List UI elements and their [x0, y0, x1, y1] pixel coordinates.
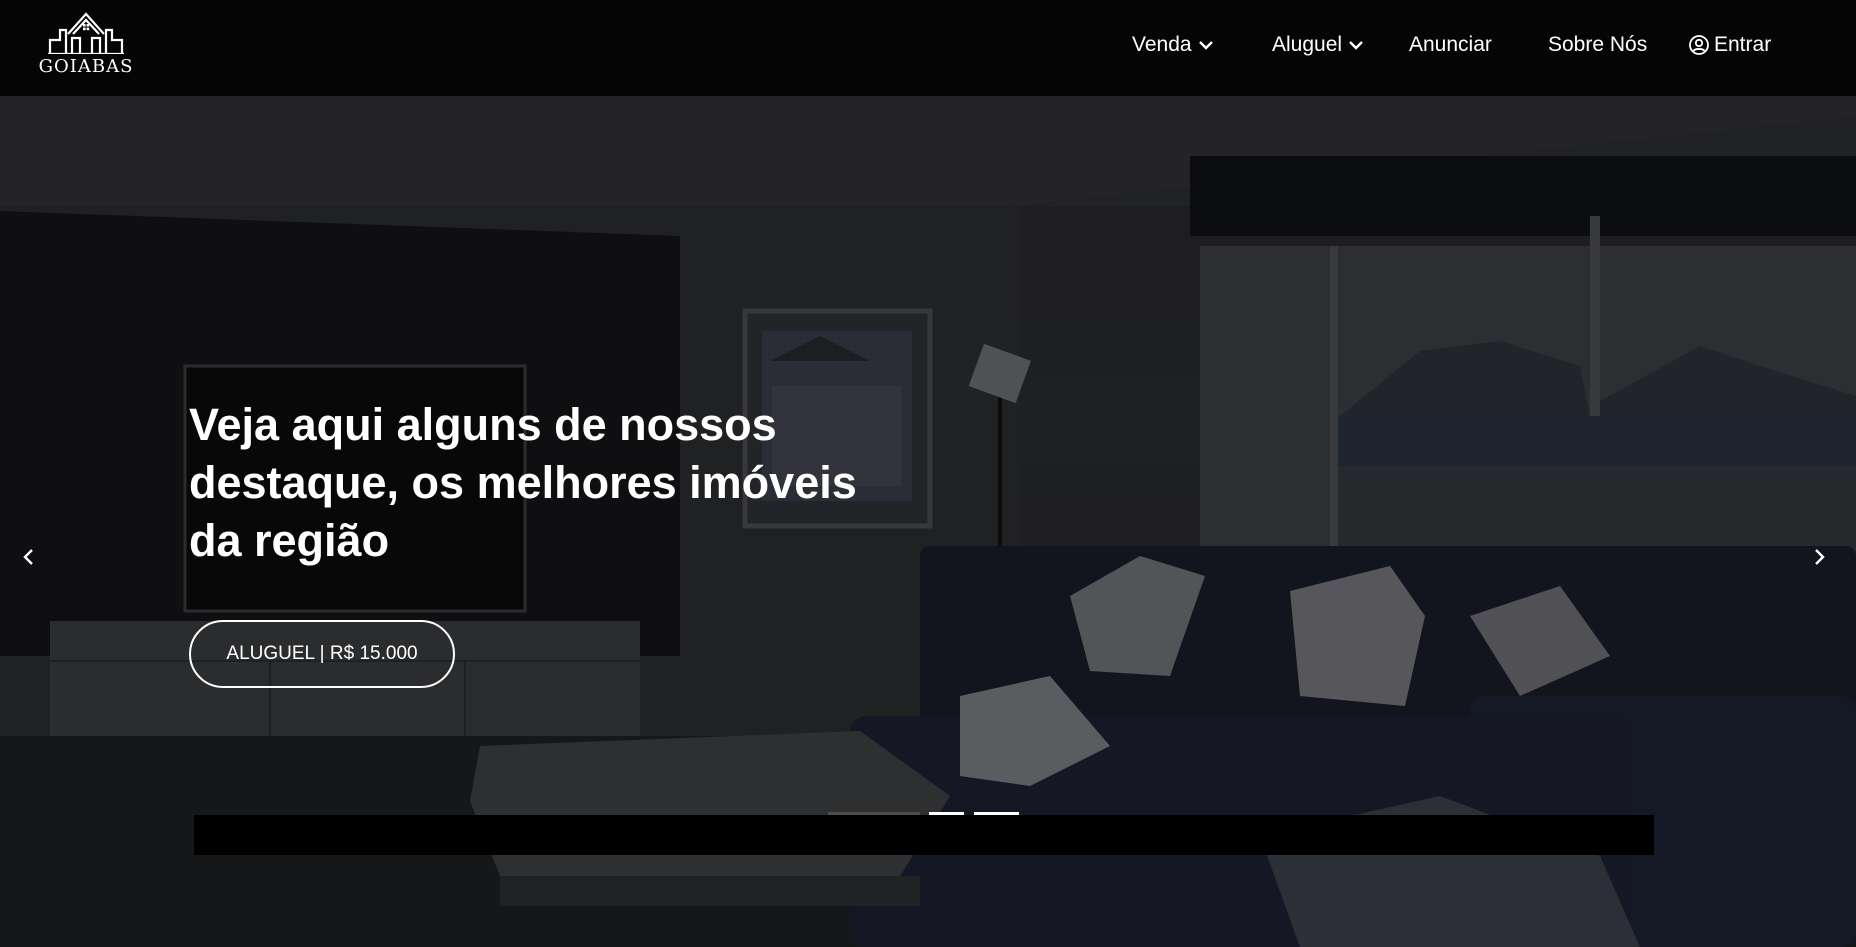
- chevron-down-icon: [1198, 41, 1213, 50]
- chevron-down-icon: [1349, 41, 1363, 50]
- carousel-next-button[interactable]: [1804, 542, 1834, 572]
- nav-item-label: Sobre Nós: [1548, 33, 1648, 56]
- nav-item-label: Venda: [1132, 33, 1192, 56]
- hero-title: Veja aqui alguns de nossos destaque, os …: [189, 399, 857, 566]
- nav-item-venda[interactable]: Venda: [1132, 30, 1214, 60]
- main-nav: Venda Aluguel Anunciar Sobre Nós Entrar: [0, 30, 1856, 60]
- login-link[interactable]: Entrar: [1688, 30, 1771, 60]
- featured-listing-button[interactable]: ALUGUEL | R$ 15.000: [189, 620, 455, 688]
- login-label: Entrar: [1714, 33, 1772, 56]
- nav-item-aluguel[interactable]: Aluguel: [1272, 30, 1364, 60]
- chevron-left-icon: [23, 549, 33, 565]
- nav-item-label: Aluguel: [1272, 33, 1343, 56]
- nav-item-sobre-nos[interactable]: Sobre Nós: [1548, 30, 1647, 60]
- search-panel: [194, 815, 1654, 855]
- page: GOIABAS Venda Aluguel Anunciar Sobre Nós: [0, 0, 1856, 947]
- carousel-prev-button[interactable]: [14, 542, 44, 572]
- user-circle-icon: [1689, 35, 1709, 55]
- nav-item-label: Anunciar: [1409, 33, 1492, 56]
- nav-item-anunciar[interactable]: Anunciar: [1409, 30, 1492, 60]
- chevron-right-icon: [1815, 549, 1825, 565]
- navbar: GOIABAS Venda Aluguel Anunciar Sobre Nós: [0, 0, 1856, 96]
